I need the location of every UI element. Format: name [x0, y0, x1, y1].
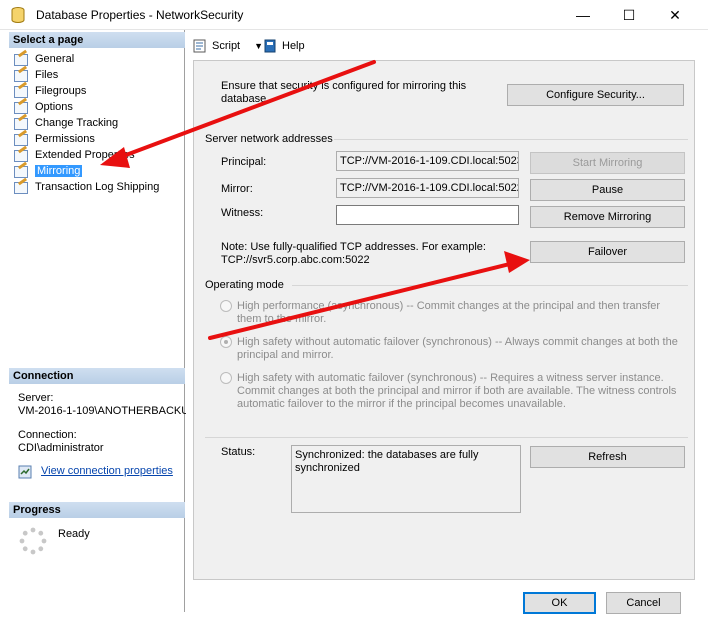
witness-label: Witness:	[221, 207, 264, 219]
page-wrench-icon	[13, 181, 29, 194]
maximize-button[interactable]: ☐	[606, 0, 652, 30]
connection-properties-icon	[18, 465, 32, 479]
page-wrench-icon	[13, 101, 29, 114]
connection-label: Connection:	[18, 429, 77, 441]
page-item-files[interactable]: Files	[13, 67, 58, 83]
title-bar: Database Properties - NetworkSecurity — …	[0, 0, 708, 30]
mirroring-page: Ensure that security is configured for m…	[193, 60, 695, 580]
left-pane: Select a page General Files Filegroups Opti…	[9, 30, 189, 612]
page-wrench-icon	[13, 165, 29, 178]
server-label: Server:	[18, 392, 54, 404]
mode-text-high-safety: High safety without automatic failover (…	[237, 336, 678, 361]
connection-value: CDI\administrator	[18, 442, 104, 454]
page-wrench-icon	[13, 133, 29, 146]
divider	[292, 285, 688, 286]
page-item-general[interactable]: General	[13, 51, 74, 67]
mode-radio-high-safety-failover[interactable]	[220, 372, 232, 384]
principal-label: Principal:	[221, 156, 267, 168]
page-item-label: Options	[35, 101, 73, 113]
page-item-label: Filegroups	[35, 85, 87, 97]
page-item-options[interactable]: Options	[13, 99, 73, 115]
note-text: Note: Use fully-qualified TCP addresses.…	[221, 241, 486, 266]
divider	[334, 139, 688, 140]
script-icon	[193, 39, 206, 53]
page-wrench-icon	[13, 53, 29, 66]
page-wrench-icon	[13, 117, 29, 130]
page-item-label: Extended Properties	[35, 149, 135, 161]
page-item-transaction-log-shipping[interactable]: Transaction Log Shipping	[13, 179, 159, 195]
status-value: Synchronized: the databases are fully sy…	[291, 445, 521, 513]
page-item-change-tracking[interactable]: Change Tracking	[13, 115, 118, 131]
page-item-filegroups[interactable]: Filegroups	[13, 83, 86, 99]
refresh-button[interactable]: Refresh	[530, 446, 685, 468]
help-button[interactable]: Help	[262, 38, 305, 54]
page-item-label: Change Tracking	[35, 117, 119, 129]
page-item-label: Permissions	[35, 133, 95, 145]
mode-text-high-performance: High performance (asynchronous) -- Commi…	[237, 300, 661, 325]
page-item-label: Files	[35, 69, 59, 81]
mode-text-high-safety-failover: High safety with automatic failover (syn…	[237, 372, 677, 410]
operating-mode-header: Operating mode	[205, 279, 284, 291]
progress-header: Progress	[9, 502, 185, 518]
window-title: Database Properties - NetworkSecurity	[36, 8, 244, 22]
page-item-mirroring[interactable]: Mirroring	[13, 163, 83, 179]
page-item-permissions[interactable]: Permissions	[13, 131, 95, 147]
close-button[interactable]: ✕	[652, 0, 698, 30]
progress-spinner-icon	[19, 527, 47, 555]
pause-button[interactable]: Pause	[530, 179, 685, 201]
divider	[205, 437, 688, 438]
script-button[interactable]: Script ▼	[192, 38, 263, 54]
mirror-label: Mirror:	[221, 183, 253, 195]
mode-radio-high-safety[interactable]	[220, 336, 232, 348]
configure-security-button[interactable]: Configure Security...	[507, 84, 684, 106]
progress-status: Ready	[58, 528, 90, 540]
mode-radio-high-performance[interactable]	[220, 300, 232, 312]
page-item-label: Mirroring	[35, 165, 83, 177]
minimize-button[interactable]: —	[560, 0, 606, 30]
remove-mirroring-button[interactable]: Remove Mirroring	[530, 206, 685, 228]
start-mirroring-button[interactable]: Start Mirroring	[530, 152, 685, 174]
toolbar: Script ▼ Help	[186, 34, 696, 58]
connection-header: Connection	[9, 368, 185, 384]
page-item-label: General	[35, 53, 75, 65]
failover-button[interactable]: Failover	[530, 241, 685, 263]
ok-button[interactable]: OK	[523, 592, 596, 614]
database-icon	[11, 7, 25, 23]
witness-field[interactable]	[336, 205, 519, 225]
page-item-extended-properties[interactable]: Extended Properties	[13, 147, 135, 163]
select-page-header: Select a page	[9, 32, 185, 48]
page-item-label: Transaction Log Shipping	[35, 181, 160, 193]
page-wrench-icon	[13, 85, 29, 98]
view-connection-properties-link[interactable]: View connection properties	[41, 465, 173, 477]
mirror-field[interactable]: TCP://VM-2016-1-109.CDI.local:5022	[336, 178, 519, 198]
script-label: Script	[212, 40, 241, 52]
principal-field[interactable]: TCP://VM-2016-1-109.CDI.local:5023	[336, 151, 519, 171]
help-book-icon	[264, 39, 276, 53]
status-label: Status:	[221, 446, 256, 458]
security-text: Ensure that security is configured for m…	[221, 80, 467, 105]
page-wrench-icon	[13, 69, 29, 82]
server-value: VM-2016-1-109\ANOTHERBACKU	[18, 405, 190, 417]
cancel-button[interactable]: Cancel	[606, 592, 681, 614]
server-network-header: Server network addresses	[205, 133, 333, 145]
page-wrench-icon	[13, 149, 29, 162]
help-label: Help	[282, 40, 305, 52]
